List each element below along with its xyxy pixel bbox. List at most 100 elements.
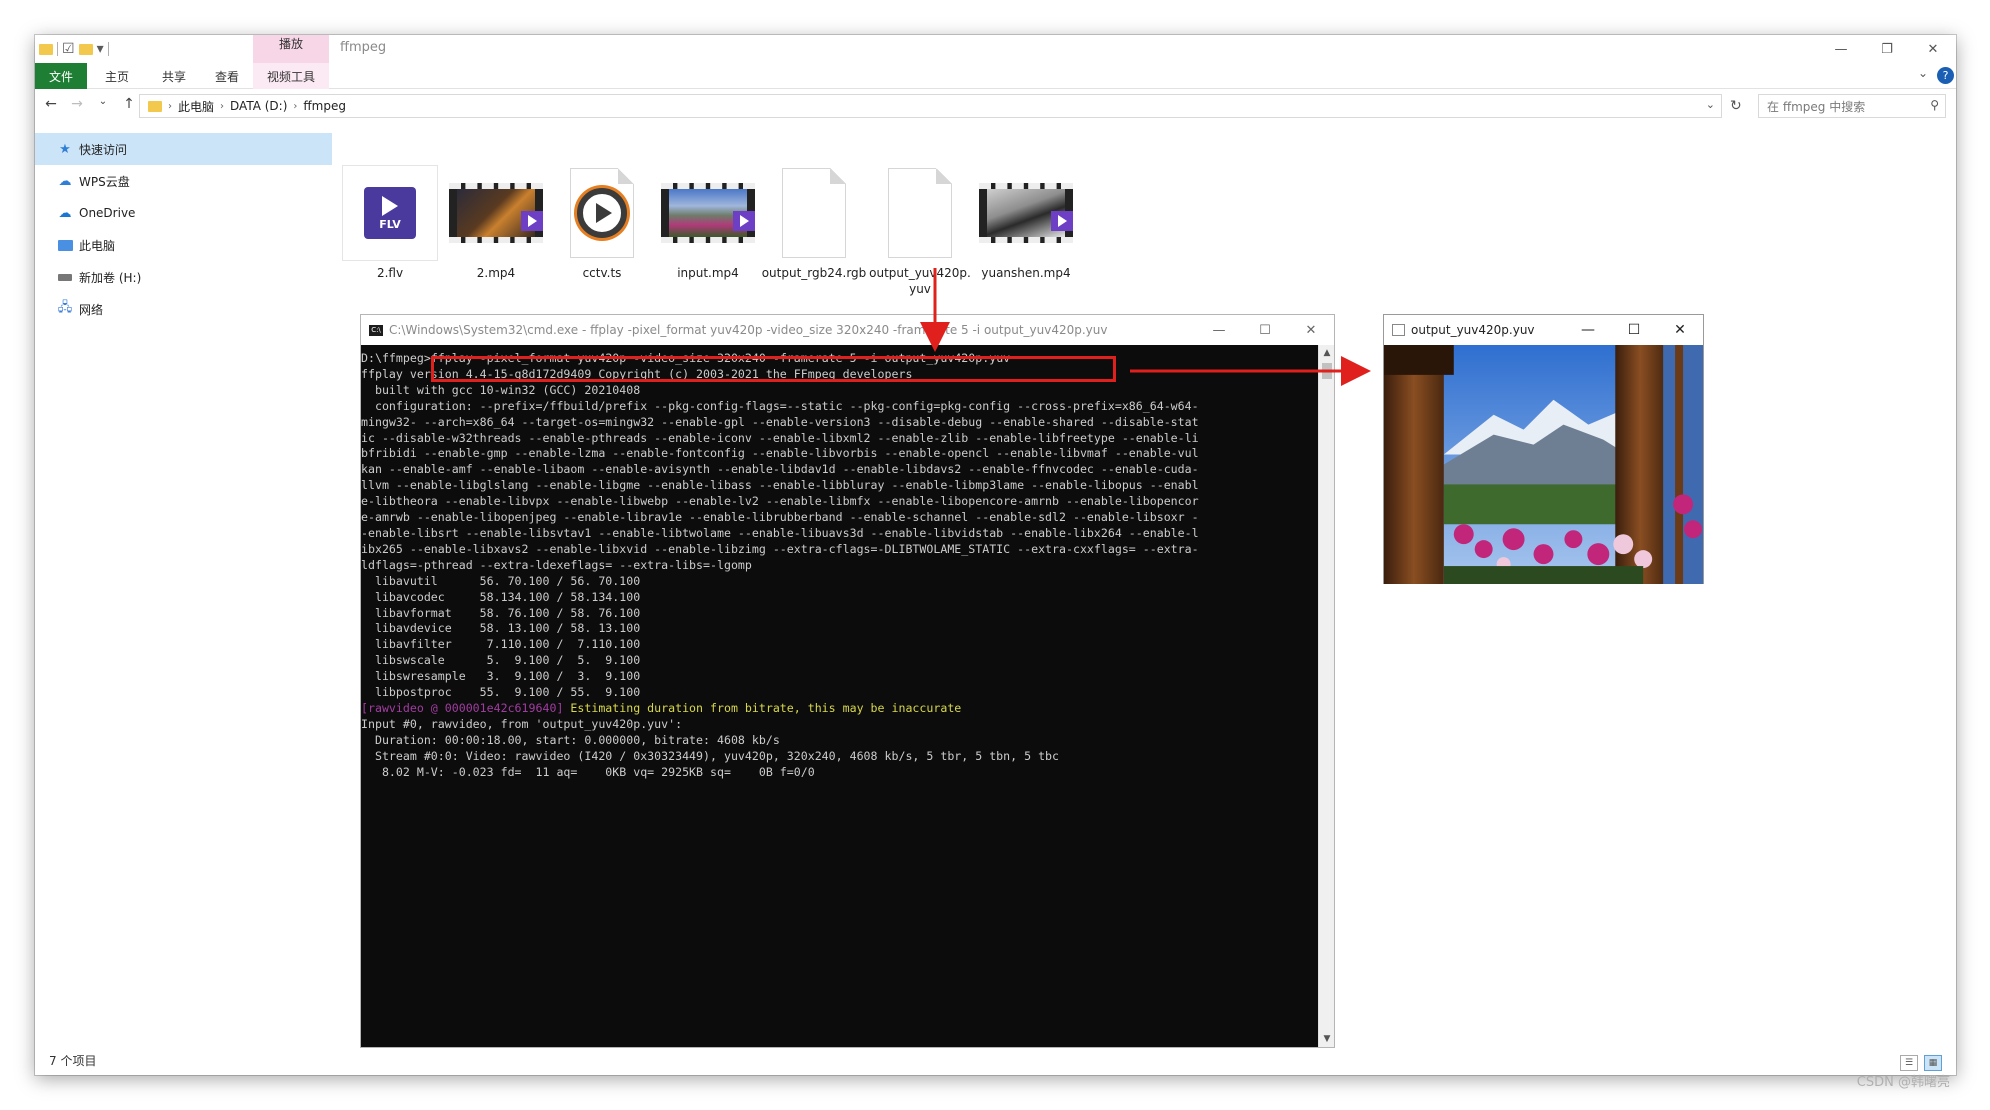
ffplay-titlebar: output_yuv420p.yuv — ☐ ✕ (1384, 315, 1703, 345)
file-name: 2.mp4 (476, 266, 516, 280)
help-icon[interactable]: ? (1937, 67, 1954, 84)
blank-file-icon (888, 168, 952, 258)
folder-icon (39, 43, 53, 55)
tab-view[interactable]: 查看 (201, 63, 253, 89)
sidebar-item-new-volume[interactable]: 新加卷 (H:) (35, 261, 332, 293)
cmd-warning-line: [rawvideo @ 000001e42c619640] Estimating… (361, 701, 1319, 717)
app-icon (1392, 324, 1405, 336)
scroll-up-icon[interactable]: ▲ (1319, 345, 1335, 361)
cmd-prompt: D:\ffmpeg> (361, 351, 431, 365)
console-line: mingw32- --arch=x86_64 --target-os=mingw… (361, 414, 1199, 429)
restore-icon[interactable]: ❐ (1864, 35, 1910, 63)
search-box[interactable]: 在 ffmpeg 中搜索 ⚲ (1758, 94, 1946, 118)
chevron-right-icon[interactable]: › (293, 101, 297, 112)
breadcrumb-data-drive[interactable]: DATA (D:) (230, 99, 287, 113)
file-thumbnail (973, 163, 1079, 263)
back-arrow-icon[interactable]: ← (43, 96, 59, 112)
file-name: yuanshen.mp4 (981, 266, 1071, 280)
address-row: ← → ⌄ ↑ › 此电脑 › DATA (D:) › ffmpeg ⌄ ↻ 在… (35, 89, 1956, 123)
sidebar-item-quick-access[interactable]: ★ 快速访问 (35, 133, 332, 165)
console-line: -enable-libsrt --enable-libsvtav1 --enab… (361, 525, 1199, 540)
close-icon[interactable]: ✕ (1657, 315, 1703, 345)
sidebar-item-network[interactable]: 🖧 网络 (35, 293, 332, 325)
file-item-yuanshen-mp4[interactable]: yuanshen.mp4 (973, 163, 1079, 281)
file-thumbnail: FLV (337, 163, 443, 263)
sidebar-item-wps-cloud[interactable]: ☁ WPS云盘 (35, 165, 332, 197)
navigation-pane: ★ 快速访问 ☁ WPS云盘 ☁ OneDrive 此电脑 新加卷 (H:) 🖧… (35, 133, 332, 1033)
window-title: ffmpeg (340, 40, 387, 55)
video-thumbnail (449, 183, 543, 243)
recent-locations-icon[interactable]: ⌄ (95, 96, 111, 112)
chevron-right-icon[interactable]: › (220, 101, 224, 112)
cmd-scrollbar[interactable]: ▲ ▼ (1318, 345, 1334, 1047)
file-item-output-yuv420p[interactable]: output_yuv420p.yuv (867, 163, 973, 297)
blank-file-icon (782, 168, 846, 258)
breadcrumb-ffmpeg[interactable]: ffmpeg (303, 99, 346, 113)
command-highlight-box (431, 356, 1116, 382)
sidebar-item-onedrive[interactable]: ☁ OneDrive (35, 197, 332, 229)
chevron-down-icon[interactable]: ⌄ (1706, 98, 1715, 111)
console-line: libswresample 3. 9.100 / 3. 9.100 (374, 669, 641, 684)
tab-file[interactable]: 文件 (35, 63, 87, 89)
large-icons-view-icon[interactable]: ▦ (1924, 1055, 1942, 1071)
toolbar-separator (57, 42, 58, 56)
ffplay-window-controls: — ☐ ✕ (1565, 315, 1703, 345)
video-frame[interactable] (1384, 345, 1703, 584)
cmd-output-lines: ffplay version 4.4-15-g8d172d9409 Copyri… (361, 367, 1319, 701)
details-view-icon[interactable]: ☰ (1900, 1055, 1918, 1071)
file-item-output-rgb24[interactable]: output_rgb24.rgb (761, 163, 867, 281)
explorer-titlebar: ☑ ▾ 播放 ffmpeg — ❐ ✕ (35, 35, 1956, 63)
file-thumbnail (761, 163, 867, 263)
file-name: output_yuv420p.yuv (869, 266, 971, 296)
close-icon[interactable]: ✕ (1910, 35, 1956, 63)
customize-toolbar-icon[interactable]: ▾ (97, 41, 104, 57)
folder-icon (148, 100, 162, 112)
drive-icon (57, 270, 73, 284)
file-thumbnail (443, 163, 549, 263)
forward-arrow-icon[interactable]: → (69, 96, 85, 112)
refresh-icon[interactable]: ↻ (1730, 98, 1742, 114)
file-name: cctv.ts (582, 266, 622, 280)
cmd-output[interactable]: D:\ffmpeg>ffplay -pixel_format yuv420p -… (361, 345, 1319, 1047)
close-icon[interactable]: ✕ (1288, 315, 1334, 345)
minimize-icon[interactable]: — (1818, 35, 1864, 63)
minimize-icon[interactable]: — (1196, 315, 1242, 345)
file-item-cctv-ts[interactable]: cctv.ts (549, 163, 655, 281)
file-item-2-flv[interactable]: FLV 2.flv (337, 163, 443, 281)
maximize-icon[interactable]: ☐ (1242, 315, 1288, 345)
chevron-down-icon[interactable]: ⌄ (1918, 66, 1928, 80)
maximize-icon[interactable]: ☐ (1611, 315, 1657, 345)
scroll-thumb[interactable] (1322, 363, 1332, 379)
cmd-titlebar: C:\ C:\Windows\System32\cmd.exe - ffplay… (361, 315, 1334, 345)
chevron-right-icon[interactable]: › (168, 101, 172, 112)
properties-icon[interactable]: ☑ (62, 41, 75, 57)
ffplay-window: output_yuv420p.yuv — ☐ ✕ (1383, 314, 1704, 584)
console-line: llvm --enable-libglslang --enable-libgme… (361, 478, 1199, 493)
address-bar[interactable]: › 此电脑 › DATA (D:) › ffmpeg ⌄ (139, 94, 1722, 118)
console-line: bfribidi --enable-gmp --enable-lzma --en… (361, 446, 1199, 461)
star-icon: ★ (59, 141, 71, 157)
file-name: input.mp4 (677, 266, 739, 280)
sidebar-item-label: 网络 (79, 302, 104, 317)
minimize-icon[interactable]: — (1565, 315, 1611, 345)
console-line: libavutil 56. 70.100 / 56. 70.100 (374, 573, 641, 588)
tab-video-tools[interactable]: 视频工具 (253, 63, 329, 89)
play-icon (577, 188, 627, 238)
ribbon-tabs: 文件 主页 共享 查看 视频工具 ⌄ ? (35, 63, 1956, 89)
up-arrow-icon[interactable]: ↑ (121, 96, 137, 112)
cmd-window-controls: — ☐ ✕ (1196, 315, 1334, 345)
scroll-down-icon[interactable]: ▼ (1319, 1031, 1335, 1047)
console-line: Input #0, rawvideo, from 'output_yuv420p… (361, 716, 683, 731)
breadcrumb-this-pc[interactable]: 此电脑 (178, 98, 214, 115)
sidebar-item-this-pc[interactable]: 此电脑 (35, 229, 332, 261)
file-item-2-mp4[interactable]: 2.mp4 (443, 163, 549, 281)
tab-share[interactable]: 共享 (147, 63, 201, 89)
toolbar-separator (107, 42, 109, 56)
file-item-input-mp4[interactable]: input.mp4 (655, 163, 761, 281)
search-icon[interactable]: ⚲ (1930, 98, 1939, 112)
file-name: 2.flv (376, 266, 404, 280)
new-folder-icon[interactable] (78, 43, 93, 55)
tab-home[interactable]: 主页 (87, 63, 147, 89)
console-line: e-amrwb --enable-libopenjpeg --enable-li… (361, 510, 1199, 525)
navigation-buttons: ← → ⌄ ↑ (43, 96, 137, 112)
